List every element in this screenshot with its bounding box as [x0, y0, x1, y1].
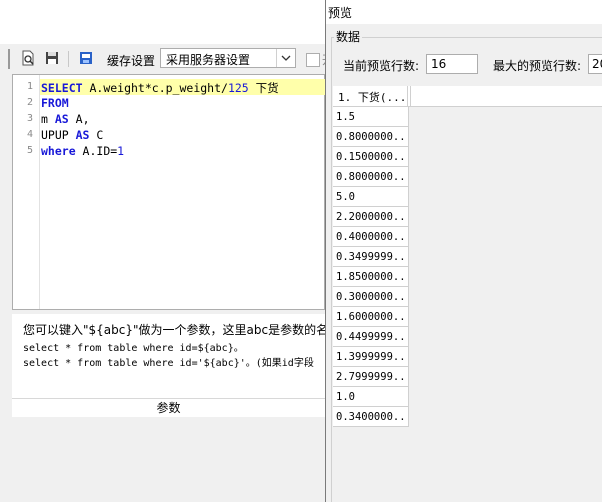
table-cell-value: 1.3999999... [336, 351, 409, 363]
sql-token: C [89, 128, 104, 142]
table-cell[interactable]: 1.5 [333, 107, 409, 127]
cache-mode-select[interactable]: 采用服务器设置 [160, 48, 296, 68]
preview-data-grid[interactable]: 1. 下货(... 1.5 0.8000000... 0.1500000... 0.8… [333, 86, 602, 502]
sql-token: 下货 [248, 81, 279, 95]
line-number: 4 [26, 129, 33, 140]
table-cell-value: 0.8000000... [336, 131, 409, 143]
parameters-table[interactable] [12, 417, 325, 502]
sql-token: 125 [227, 81, 249, 95]
max-rows-label: 最大的预览行数: [493, 59, 582, 73]
preview-search-icon[interactable] [20, 50, 36, 66]
line-number: 2 [26, 97, 33, 108]
cache-settings-label: 缓存设置 [107, 54, 156, 68]
sql-line: where A.ID=1 [41, 144, 124, 158]
preview-title: 预览 [328, 6, 353, 20]
hint-text: 您可以键入"${abc}"做为一个参数，这里abc是参数的名称 [23, 323, 325, 337]
toolbar-separator [68, 51, 69, 67]
table-cell[interactable]: 0.1500000... [333, 147, 409, 167]
table-cell[interactable]: 1.3999999... [333, 347, 409, 367]
table-cell-value: 2.7999999... [336, 371, 409, 383]
table-cell[interactable]: 5.0 [333, 187, 409, 207]
preview-title-bar: 预览 [326, 0, 602, 24]
line-number: 1 [26, 81, 33, 92]
sql-editor[interactable]: 1 2 3 4 5 SELECT A.weight*c.p_weight/125… [12, 74, 326, 310]
table-cell-value: 2.2000000... [336, 211, 409, 223]
table-cell[interactable]: 0.4000000... [333, 227, 409, 247]
sql-token: where [41, 144, 76, 158]
table-cell[interactable]: 0.8000000... [333, 127, 409, 147]
hint-example-1: select * from table where id=${abc}。 [23, 343, 244, 354]
sql-token: AS [54, 112, 69, 126]
current-rows-value: 16 [431, 57, 447, 71]
sql-token: FROM [41, 96, 69, 110]
sql-line: SELECT A.weight*c.p_weight/125 下货 [41, 80, 279, 96]
table-cell[interactable]: 2.7999999... [333, 367, 409, 387]
hint-example-2: select * from table where id='${abc}'。(如… [23, 358, 314, 369]
table-cell-value: 0.1500000... [336, 151, 409, 163]
max-rows-field[interactable]: 20 [588, 54, 602, 74]
table-cell[interactable]: 0.3499999... [333, 247, 409, 267]
table-cell-value: 0.4000000... [336, 231, 409, 243]
table-cell-value: 0.8000000... [336, 171, 409, 183]
table-cell[interactable]: 0.8000000... [333, 167, 409, 187]
table-cell[interactable]: 1.6000000... [333, 307, 409, 327]
sql-token: A, [68, 112, 90, 126]
sql-token: SELECT [41, 81, 83, 95]
parameter-hint-panel: 您可以键入"${abc}"做为一个参数，这里abc是参数的名称 select *… [12, 314, 325, 398]
toolbar-grip [8, 49, 10, 69]
table-cell-value: 1.6000000... [336, 311, 409, 323]
table-cell[interactable]: 0.3400000... [333, 407, 409, 427]
cache-settings-icon[interactable] [78, 50, 94, 66]
cache-mode-value: 采用服务器设置 [166, 53, 251, 67]
table-cell[interactable]: 1.8500000... [333, 267, 409, 287]
sql-token: 1 [117, 144, 125, 158]
line-number: 3 [26, 113, 33, 124]
current-rows-label: 当前预览行数: [343, 59, 420, 73]
table-cell[interactable]: 0.4499999... [333, 327, 409, 347]
sql-line: UPUP AS C [41, 128, 103, 142]
max-rows-value: 20 [592, 57, 602, 71]
sql-token: A.ID= [75, 144, 118, 158]
column-header[interactable]: 1. 下货(... [333, 86, 408, 106]
table-cell[interactable]: 2.2000000... [333, 207, 409, 227]
sql-token: A.weight*c.p_weight/ [82, 81, 228, 95]
parameters-header: 参数 [12, 398, 325, 418]
table-cell-value: 0.4499999... [336, 331, 409, 343]
table-cell-value: 0.3000000... [336, 291, 409, 303]
sql-token: UPUP [41, 128, 76, 142]
table-cell-value: 0.3400000... [336, 411, 409, 423]
sql-line: m AS A, [41, 112, 90, 126]
column-header-label: 1. 下货(... [338, 91, 407, 104]
sql-token: AS [75, 128, 90, 142]
table-cell[interactable]: 0.3000000... [333, 287, 409, 307]
table-cell-value: 1.8500000... [336, 271, 409, 283]
current-rows-field[interactable]: 16 [426, 54, 478, 74]
chevron-down-icon[interactable] [276, 49, 295, 67]
data-group-label: 数据 [334, 28, 363, 45]
table-cell-value: 1.0 [336, 391, 355, 403]
table-cell-value: 1.5 [336, 111, 355, 123]
sql-token: m [41, 112, 55, 126]
column-header-spacer [408, 86, 411, 106]
save-icon[interactable] [44, 50, 60, 66]
table-cell-value: 0.3499999... [336, 251, 409, 263]
table-cell[interactable]: 1.0 [333, 387, 409, 407]
line-number-gutter: 1 2 3 4 5 [13, 75, 40, 309]
toolbar-checkbox[interactable] [306, 53, 320, 67]
table-cell-value: 5.0 [336, 191, 355, 203]
editor-top-area [0, 0, 325, 44]
grid-header-row: 1. 下货(... [333, 86, 602, 107]
sql-line: FROM [41, 96, 69, 110]
editor-toolbar: 缓存设置 采用服务器设置 开 [8, 45, 334, 73]
line-number: 5 [26, 145, 33, 156]
